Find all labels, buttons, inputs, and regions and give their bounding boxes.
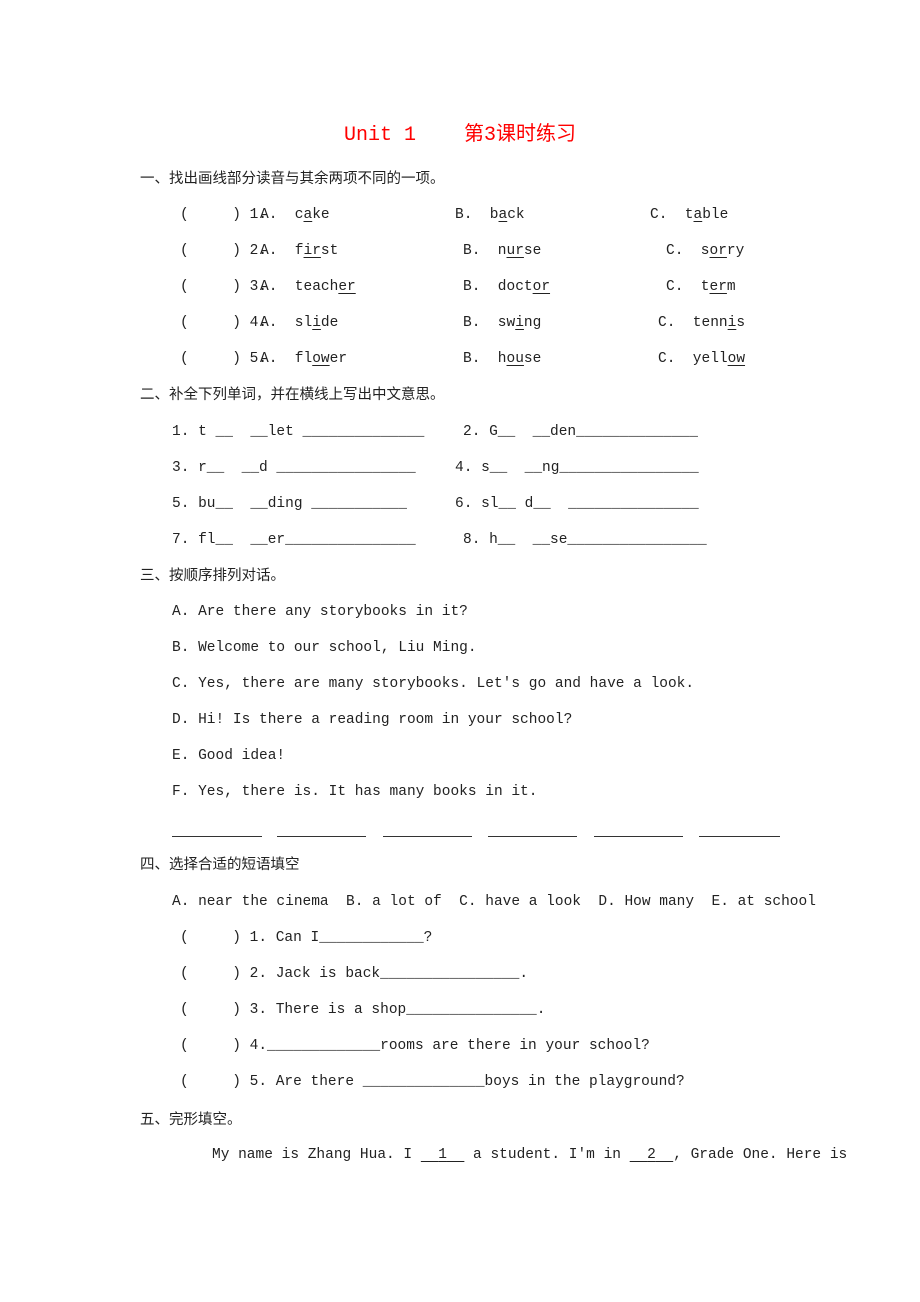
dialogue-line: C. Yes, there are many storybooks. Let's… [172, 676, 695, 692]
word-fill-item[interactable]: 5. bu__ __ding ___________ [172, 495, 407, 513]
section-1-heading: 一、找出画线部分读音与其余两项不同的一项。 [140, 171, 445, 187]
fill-in-question[interactable]: ( ) 1. Can I____________? [180, 929, 432, 947]
option-a: A. flower [260, 351, 348, 367]
underlined-letters: ur [506, 243, 524, 259]
dialogue-line: F. Yes, there is. It has many books in i… [172, 784, 538, 800]
answer-blank[interactable] [172, 836, 262, 837]
option-c: C. table [650, 207, 729, 223]
word-fill-item[interactable]: 2. G__ __den______________ [463, 423, 698, 441]
word-fill-item[interactable]: 3. r__ __d ________________ [172, 459, 416, 477]
option-c: C. tennis [658, 315, 746, 331]
fill-in-question[interactable]: ( ) 3. There is a shop_______________. [180, 1001, 545, 1019]
underlined-letters: ir [303, 243, 321, 259]
section-3-heading: 三、按顺序排列对话。 [140, 568, 285, 584]
underlined-letters: ow [312, 351, 330, 367]
cloze-text: a student. I'm in [464, 1147, 630, 1163]
fill-in-question[interactable]: ( ) 4._____________rooms are there in yo… [180, 1037, 650, 1055]
underlined-letters: ou [506, 351, 524, 367]
underlined-letters: or [709, 243, 727, 259]
option-b: B. doctor [463, 279, 551, 295]
question-number[interactable]: ( ) 2. [180, 242, 267, 260]
question-number[interactable]: ( ) 3. [180, 278, 267, 296]
answer-blank[interactable] [383, 836, 472, 837]
word-fill-item[interactable]: 8. h__ __se________________ [463, 531, 707, 549]
cloze-blank-2[interactable]: 2 [630, 1147, 674, 1163]
fill-in-question[interactable]: ( ) 5. Are there ______________boys in t… [180, 1073, 685, 1091]
underlined-letters: a [693, 207, 703, 223]
underlined-letters: i [312, 315, 321, 331]
dialogue-line: E. Good idea! [172, 748, 286, 764]
question-number[interactable]: ( ) 5. [180, 350, 267, 368]
cloze-paragraph: My name is Zhang Hua. I 1 a student. I'm… [212, 1146, 847, 1164]
option-c: C. yellow [658, 351, 746, 367]
page-title: Unit 1 第3课时练习 [343, 124, 577, 147]
answer-blank[interactable] [488, 836, 577, 837]
section-4-heading: 四、选择合适的短语填空 [140, 857, 300, 873]
question-number[interactable]: ( ) 4. [180, 314, 267, 332]
cloze-text: , Grade One. Here is [673, 1147, 848, 1163]
underlined-letters: er [709, 279, 727, 295]
option-a: A. first [260, 243, 339, 259]
answer-blank[interactable] [699, 836, 780, 837]
word-fill-item[interactable]: 1. t __ __let ______________ [172, 423, 424, 441]
cloze-text: My name is Zhang Hua. I [212, 1147, 421, 1163]
option-c: C. term [666, 279, 736, 295]
fill-in-question[interactable]: ( ) 2. Jack is back________________. [180, 965, 528, 983]
underlined-letters: ow [727, 351, 746, 367]
section-5-heading: 五、完形填空。 [140, 1112, 242, 1128]
dialogue-line: D. Hi! Is there a reading room in your s… [172, 712, 573, 728]
option-a: A. teacher [260, 279, 356, 295]
option-a: A. cake [260, 207, 330, 223]
option-c: C. sorry [666, 243, 745, 259]
question-number[interactable]: ( ) 1. [180, 206, 267, 224]
underlined-letters: i [515, 315, 524, 331]
cloze-blank-1[interactable]: 1 [421, 1147, 465, 1163]
underlined-letters: a [498, 207, 508, 223]
word-fill-item[interactable]: 7. fl__ __er_______________ [172, 531, 416, 549]
option-b: B. house [463, 351, 542, 367]
phrase-options: A. near the cinema B. a lot of C. have a… [172, 894, 816, 910]
section-2-heading: 二、补全下列单词，并在横线上写出中文意思。 [140, 387, 445, 403]
word-fill-item[interactable]: 4. s__ __ng________________ [455, 459, 699, 477]
dialogue-line: B. Welcome to our school, Liu Ming. [172, 640, 477, 656]
option-a: A. slide [260, 315, 339, 331]
word-fill-item[interactable]: 6. sl__ d__ _______________ [455, 495, 699, 513]
underlined-letters: or [532, 279, 551, 295]
underlined-letters: a [303, 207, 313, 223]
answer-blank[interactable] [277, 836, 366, 837]
underlined-letters: er [338, 279, 356, 295]
answer-blank[interactable] [594, 836, 683, 837]
option-b: B. swing [463, 315, 542, 331]
dialogue-line: A. Are there any storybooks in it? [172, 604, 468, 620]
option-b: B. nurse [463, 243, 542, 259]
option-b: B. back [455, 207, 525, 223]
